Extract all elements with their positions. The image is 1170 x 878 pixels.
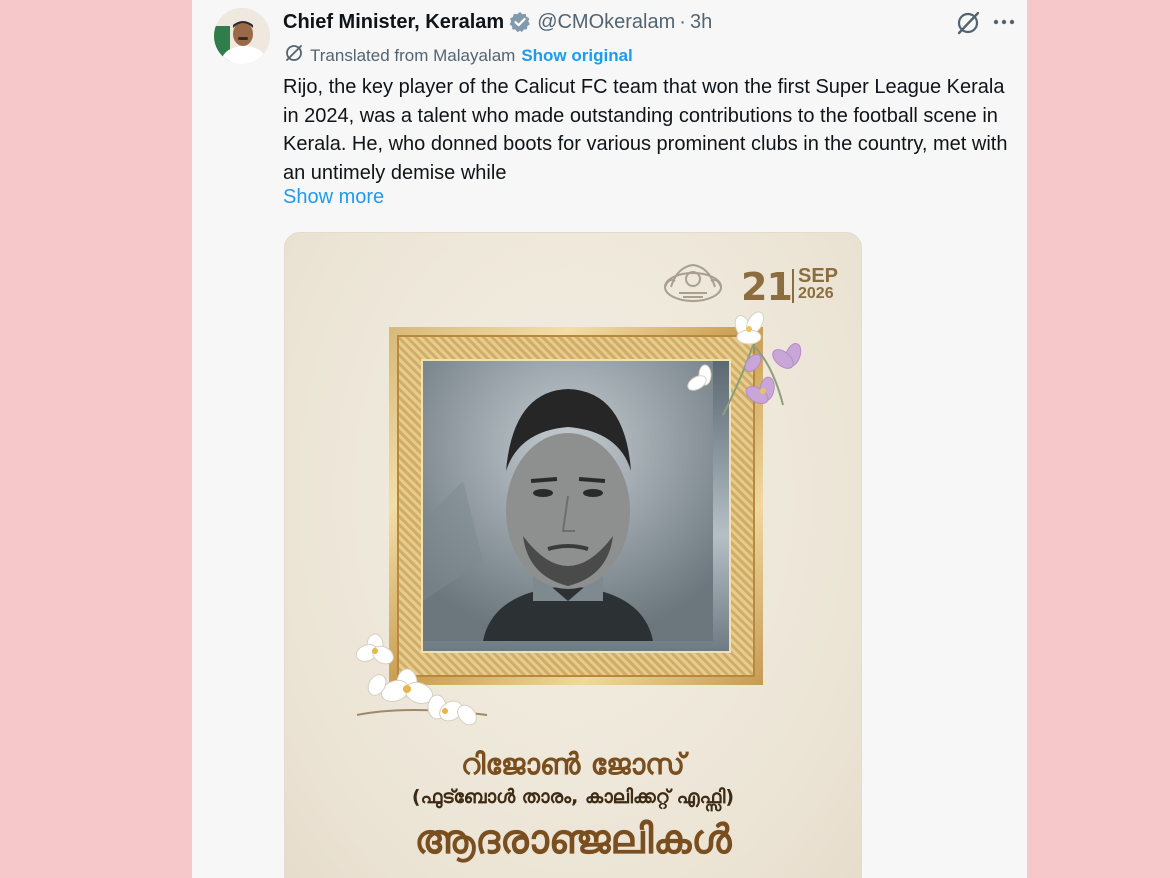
more-options-icon[interactable]: [992, 10, 1016, 34]
tweet-timestamp[interactable]: 3h: [690, 11, 712, 34]
poster-date-day: 21: [741, 265, 793, 309]
show-more-link[interactable]: Show more: [283, 186, 384, 209]
display-name[interactable]: Chief Minister, Keralam: [283, 11, 504, 34]
tweet-text: Rijo, the key player of the Calicut FC t…: [283, 76, 1008, 184]
kerala-emblem-icon: [657, 257, 729, 305]
author-handle[interactable]: @CMOkeralam: [537, 11, 675, 34]
tweet-header: Chief Minister, Keralam @CMOkeralam · 3h: [283, 8, 712, 36]
date-divider: [792, 269, 794, 303]
poster-name: റിജോൺ ജോസ്: [461, 747, 685, 781]
tweet-media-image[interactable]: 21 SEP 2026 റിജോൺ ജോസ് (ഫുട്ബോൾ താരം, കാ…: [284, 232, 862, 878]
flower-decoration-top-icon: [687, 311, 802, 416]
separator-dot: ·: [679, 10, 686, 33]
flower-decoration-bottom-icon: [355, 633, 488, 726]
poster-date-year: 2026: [798, 285, 834, 302]
poster-subtitle: (ഫുട്ബോൾ താരം, കാലിക്കറ്റ് എഫ്സി): [411, 786, 735, 808]
tweet-card[interactable]: Chief Minister, Keralam @CMOkeralam · 3h: [192, 0, 1027, 878]
grok-icon[interactable]: [955, 10, 981, 36]
translation-row: Translated from Malayalam Show original: [284, 43, 633, 68]
translated-label: Translated from Malayalam: [310, 45, 516, 65]
poster-tribute: ആദരാഞ്ജലികൾ: [414, 816, 732, 863]
show-original-link[interactable]: Show original: [521, 46, 632, 66]
verified-badge-icon: [509, 11, 531, 33]
translate-icon: [284, 43, 304, 68]
author-avatar[interactable]: [214, 8, 270, 64]
